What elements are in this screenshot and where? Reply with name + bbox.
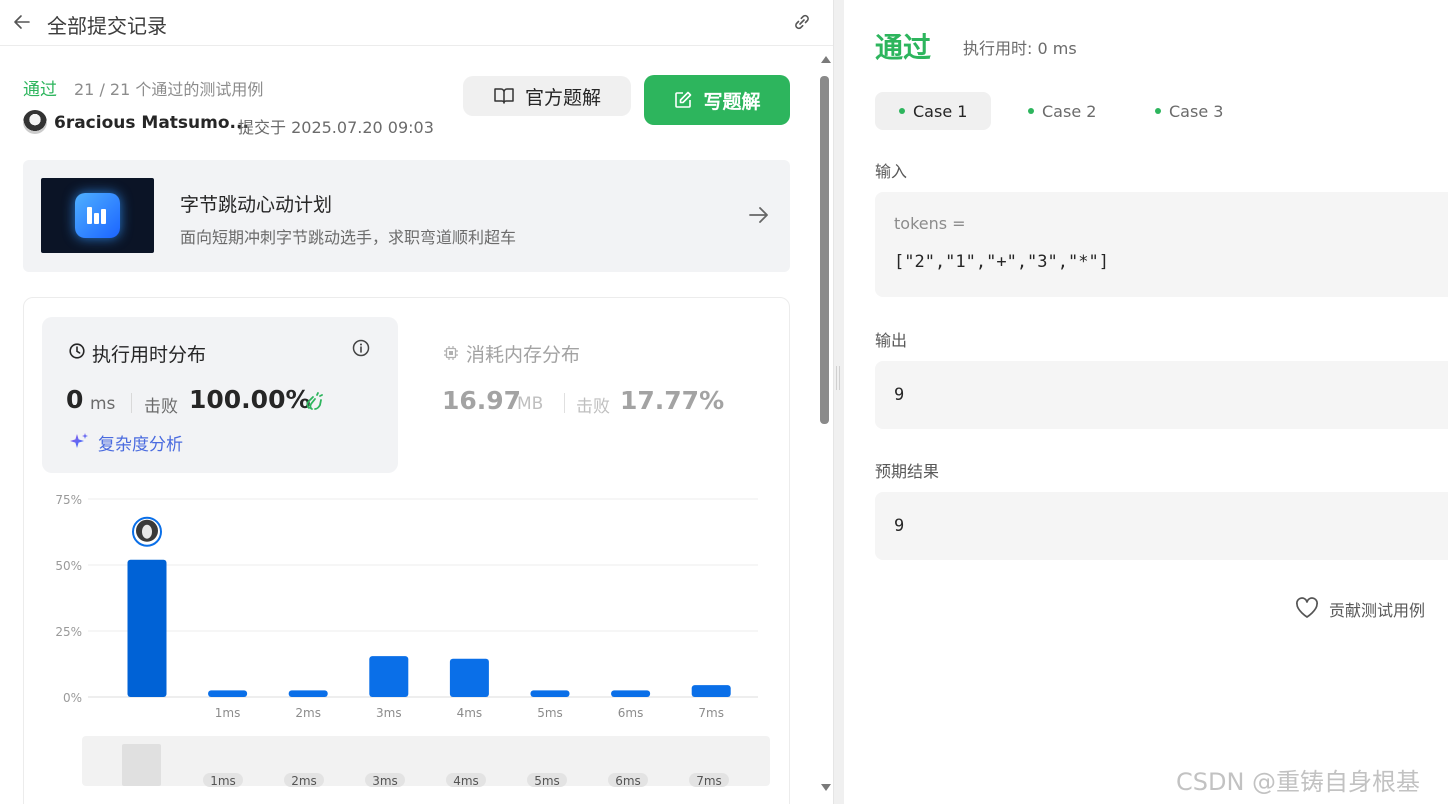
result-runtime: 执行用时: 0 ms: [963, 39, 1077, 58]
case-label: Case 3: [1169, 101, 1224, 121]
scrollbar[interactable]: [818, 56, 832, 798]
chart-bar: [208, 690, 248, 697]
x-tick-label: 1ms: [215, 706, 241, 720]
panel-resize-handle[interactable]: [836, 366, 840, 390]
x-tick-label: 6ms: [618, 706, 644, 720]
scroll-down-arrow-icon[interactable]: [821, 784, 831, 791]
scroll-up-arrow-icon[interactable]: [821, 56, 831, 63]
output-value: 9: [894, 385, 905, 405]
promo-logo-icon: [75, 193, 120, 238]
result-status: 通过: [875, 31, 932, 64]
chart-minimap: [82, 736, 770, 786]
input-value: ["2","1","+","3","*"]: [894, 252, 1109, 272]
back-arrow-icon[interactable]: [12, 12, 32, 32]
arrow-right-icon[interactable]: [746, 202, 772, 228]
x-tick-label: 2ms: [295, 706, 321, 720]
app-root: 全部提交记录 通过 21 / 21 个通过的测试用例 6racious Mats…: [0, 0, 1448, 804]
chart-bar: [127, 559, 167, 697]
minimap-label: 2ms: [291, 774, 317, 788]
input-label: 输入: [875, 162, 908, 181]
x-tick-label: 4ms: [457, 706, 483, 720]
heart-icon[interactable]: [1294, 596, 1320, 620]
y-tick-label: 50%: [55, 559, 82, 573]
minimap-label: 5ms: [534, 774, 560, 788]
x-tick-label: 7ms: [698, 706, 724, 720]
passed-cases-count: 21 / 21 个通过的测试用例: [74, 80, 264, 99]
promo-subtitle: 面向短期冲刺字节跳动选手，求职弯道顺利超车: [180, 228, 517, 247]
x-tick-label: 5ms: [537, 706, 563, 720]
case-label: Case 1: [913, 101, 968, 121]
stats-card: 执行用时分布 0 ms 击败 100.00% 复杂度分析 消耗内存分布 16.9…: [23, 297, 790, 804]
minimap-label: 3ms: [372, 774, 398, 788]
top-bar: 全部提交记录: [0, 0, 833, 46]
expected-value: 9: [894, 516, 905, 536]
minimap-label: 1ms: [210, 774, 236, 788]
promo-title: 字节跳动心动计划: [180, 194, 333, 216]
pass-dot-icon: [1028, 108, 1034, 114]
expected-label: 预期结果: [875, 462, 940, 481]
output-box: 9: [875, 361, 1448, 429]
input-box: tokens = ["2","1","+","3","*"]: [875, 192, 1448, 297]
submission-status: 通过: [23, 80, 57, 100]
test-result-panel: 通过 执行用时: 0 ms Case 1 Case 2 Case 3 输入 to…: [844, 0, 1448, 804]
y-tick-label: 0%: [63, 691, 82, 705]
minimap-label: 4ms: [453, 774, 479, 788]
pass-dot-icon: [1155, 108, 1161, 114]
expected-box: 9: [875, 492, 1448, 560]
chart-bar: [611, 690, 651, 697]
pass-dot-icon: [899, 108, 905, 114]
chart-bar: [530, 690, 570, 697]
contribute-testcase-link[interactable]: 贡献测试用例: [1329, 597, 1425, 621]
page-title: 全部提交记录: [47, 14, 167, 38]
edit-icon: [675, 91, 692, 108]
minimap-label: 6ms: [615, 774, 641, 788]
y-tick-label: 25%: [55, 625, 82, 639]
write-solution-button[interactable]: 写题解: [644, 75, 790, 125]
watermark: CSDN @重铸自身根基: [1176, 768, 1421, 796]
tab-case-1[interactable]: Case 1: [875, 92, 992, 130]
write-solution-label: 写题解: [703, 90, 761, 113]
link-icon[interactable]: [791, 11, 813, 33]
promo-image: [41, 178, 154, 253]
runtime-distribution-chart[interactable]: 75% 50% 25% 0% 1ms 2ms 3ms 4ms 5ms 6ms 7ms 1ms 2ms 3m…: [24, 298, 791, 804]
username[interactable]: 6racious Matsumo...: [54, 113, 249, 133]
user-avatar-face: [142, 524, 152, 539]
x-tick-label: 3ms: [376, 706, 402, 720]
tab-case-3[interactable]: Case 3: [1131, 92, 1247, 130]
chart-bar: [288, 690, 328, 697]
book-icon: [494, 88, 514, 104]
minimap-label: 7ms: [696, 774, 722, 788]
official-solution-label: 官方题解: [524, 86, 601, 109]
minimap-bar: [122, 744, 161, 786]
submission-detail-panel: 全部提交记录 通过 21 / 21 个通过的测试用例 6racious Mats…: [0, 0, 834, 804]
tab-case-2[interactable]: Case 2: [1004, 92, 1120, 130]
official-solution-button[interactable]: 官方题解: [463, 76, 631, 116]
input-variable: tokens =: [894, 214, 966, 233]
chart-bar: [449, 658, 489, 697]
y-tick-label: 75%: [55, 493, 82, 507]
scroll-thumb[interactable]: [820, 76, 829, 424]
output-label: 输出: [875, 331, 908, 350]
case-label: Case 2: [1042, 101, 1097, 121]
submission-time: 提交于 2025.07.20 09:03: [238, 118, 434, 137]
chart-bar: [369, 656, 409, 697]
chart-bar: [691, 685, 731, 697]
avatar[interactable]: [23, 110, 47, 134]
promo-banner[interactable]: 字节跳动心动计划 面向短期冲刺字节跳动选手，求职弯道顺利超车: [23, 160, 790, 272]
